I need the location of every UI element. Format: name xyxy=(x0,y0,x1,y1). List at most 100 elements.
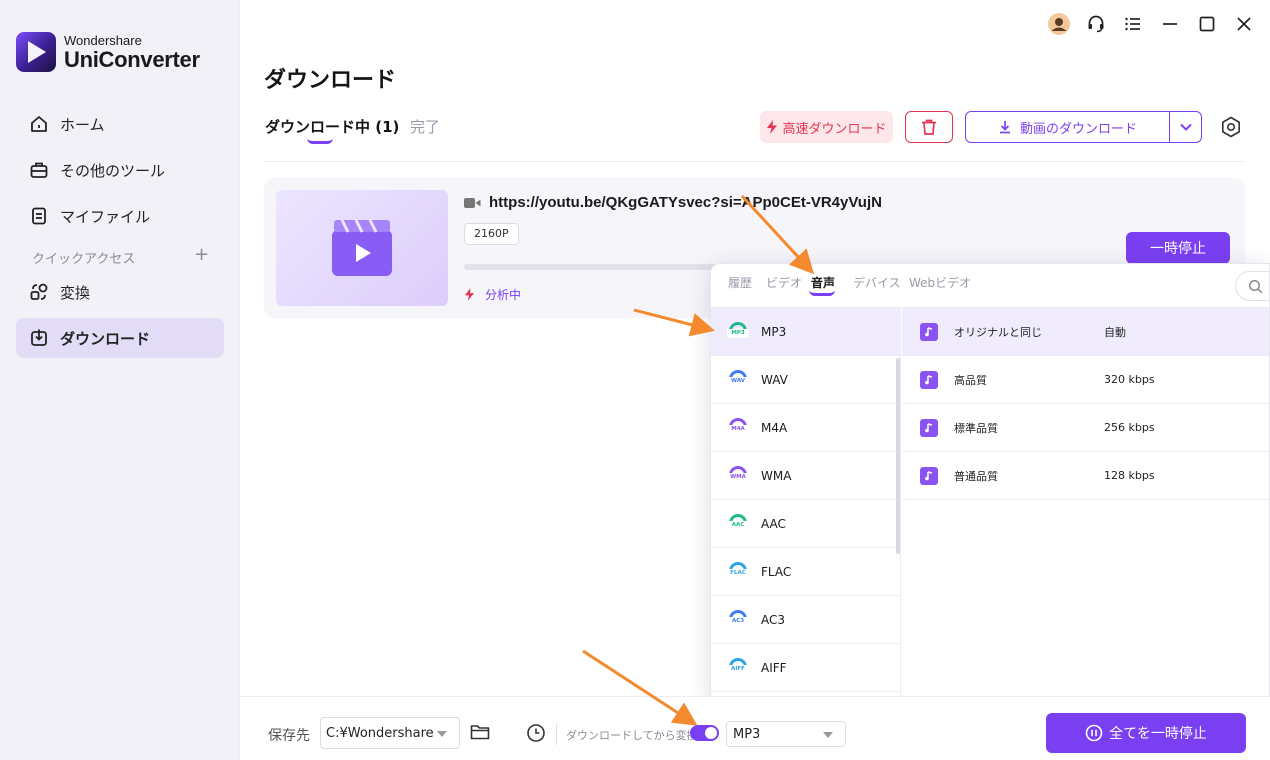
pause-button[interactable]: 一時停止 xyxy=(1126,232,1230,264)
brand-name-large: UniConverter xyxy=(64,46,200,72)
format-item-mp3[interactable]: MP3 MP3 xyxy=(711,308,901,356)
save-location-value: C:¥Wondershare xyxy=(326,725,434,741)
quality-value: 320 kbps xyxy=(1104,373,1155,386)
sidebar-item-label: ダウンロード xyxy=(60,329,151,348)
format-label: AC3 xyxy=(761,612,786,627)
format-item-aiff[interactable]: AIFF AIFF xyxy=(711,644,901,692)
sidebar-item-my-files[interactable]: マイファイル xyxy=(16,196,224,236)
menu-list-icon[interactable] xyxy=(1121,12,1145,36)
tab-device[interactable]: デバイス xyxy=(853,274,901,291)
format-item-wav[interactable]: WAV WAV xyxy=(711,356,901,404)
maximize-icon[interactable] xyxy=(1195,12,1219,36)
wav-format-icon: WAV xyxy=(727,369,749,391)
caret-down-icon xyxy=(823,732,833,738)
save-location-label: 保存先 xyxy=(268,728,310,744)
convert-icon xyxy=(28,281,50,303)
format-item-aac[interactable]: AAC AAC xyxy=(711,500,901,548)
wma-format-icon: WMA xyxy=(727,465,749,487)
format-label: AAC xyxy=(761,516,786,531)
download-icon xyxy=(28,327,50,349)
header-divider xyxy=(264,161,1245,162)
music-note-icon xyxy=(920,370,938,389)
add-quick-access-button[interactable]: + xyxy=(194,244,209,265)
music-note-icon xyxy=(920,418,938,437)
tab-label: ダウンロード中 (1) xyxy=(265,118,400,136)
schedule-clock-icon[interactable] xyxy=(526,723,546,747)
quality-name: オリジナルと同じ xyxy=(954,325,1042,339)
convert-after-download-label: ダウンロードしてから変換: xyxy=(566,729,702,742)
format-item-m4a[interactable]: M4A M4A xyxy=(711,404,901,452)
lightning-icon xyxy=(767,120,778,134)
format-search-button[interactable] xyxy=(1235,271,1269,301)
tab-downloading[interactable]: ダウンロード中 (1) xyxy=(265,116,400,144)
tab-history[interactable]: 履歴 xyxy=(728,274,752,291)
format-category-tabs: 履歴 ビデオ 音声 デバイス Webビデオ xyxy=(711,264,1269,308)
quality-value: 256 kbps xyxy=(1104,421,1155,434)
open-folder-icon[interactable] xyxy=(470,723,490,745)
mp3-format-icon: MP3 xyxy=(727,321,749,343)
format-label: MP3 xyxy=(761,324,787,339)
download-arrow-icon xyxy=(999,121,1010,134)
tab-audio[interactable]: 音声 xyxy=(809,274,836,296)
video-download-button[interactable]: 動画のダウンロード xyxy=(965,111,1170,143)
search-icon xyxy=(1248,279,1263,294)
format-label: WMA xyxy=(761,468,792,483)
convert-after-download-toggle[interactable] xyxy=(690,725,719,741)
fast-download-label: 高速ダウンロード xyxy=(782,121,887,137)
format-label: AIFF xyxy=(761,660,787,675)
url-row: https://youtu.be/QKgGATYsvec?si=APp0CEt-… xyxy=(464,194,882,211)
video-clapper-icon xyxy=(332,219,392,276)
brand: Wondershare UniConverter xyxy=(16,32,200,72)
quality-value: 128 kbps xyxy=(1104,469,1155,482)
trash-icon xyxy=(922,119,936,135)
minimize-icon[interactable] xyxy=(1158,12,1182,36)
close-icon[interactable] xyxy=(1232,12,1256,36)
quality-item-original[interactable]: オリジナルと同じ 自動 xyxy=(902,308,1269,356)
sidebar-item-convert[interactable]: 変換 xyxy=(16,272,224,312)
format-label: FLAC xyxy=(761,564,792,579)
support-headset-icon[interactable] xyxy=(1084,12,1108,36)
format-list-scrollbar[interactable] xyxy=(896,358,900,554)
pause-all-button[interactable]: 全てを一時停止 xyxy=(1046,713,1246,753)
format-label: WAV xyxy=(761,372,788,387)
pause-circle-icon xyxy=(1085,724,1103,742)
tab-completed[interactable]: 完了 xyxy=(410,116,440,137)
sidebar-item-download[interactable]: ダウンロード xyxy=(16,318,224,358)
sidebar-item-label: ホーム xyxy=(60,115,105,134)
sidebar-item-tools[interactable]: その他のツール xyxy=(16,150,224,190)
brand-name-small: Wondershare xyxy=(64,32,142,48)
settings-button[interactable] xyxy=(1218,114,1244,140)
quality-list: オリジナルと同じ 自動 高品質 320 kbps 標準品質 256 kbps 普… xyxy=(902,308,1269,701)
user-avatar-icon[interactable] xyxy=(1047,12,1071,36)
video-download-label: 動画のダウンロード xyxy=(1019,121,1137,137)
sidebar-item-home[interactable]: ホーム xyxy=(16,104,224,144)
status-row: 分析中 xyxy=(464,286,521,303)
tab-label: 音声 xyxy=(811,276,836,290)
toolbox-icon xyxy=(28,159,50,181)
video-thumbnail xyxy=(276,190,448,306)
output-format-dropdown[interactable]: MP3 xyxy=(726,721,846,747)
quality-item-normal[interactable]: 普通品質 128 kbps xyxy=(902,452,1269,500)
delete-button[interactable] xyxy=(905,111,953,143)
home-icon xyxy=(28,113,50,135)
quality-name: 高品質 xyxy=(954,373,987,387)
quality-item-high[interactable]: 高品質 320 kbps xyxy=(902,356,1269,404)
flac-format-icon: FLAC xyxy=(727,561,749,583)
fast-download-button[interactable]: 高速ダウンロード xyxy=(760,111,893,143)
tab-video[interactable]: ビデオ xyxy=(766,274,802,291)
m4a-format-icon: M4A xyxy=(727,417,749,439)
caret-down-icon xyxy=(437,731,447,737)
format-item-ac3[interactable]: AC3 AC3 xyxy=(711,596,901,644)
save-location-dropdown[interactable]: C:¥Wondershare xyxy=(320,717,460,749)
format-item-wma[interactable]: WMA WMA xyxy=(711,452,901,500)
bottom-bar: 保存先 C:¥Wondershare ダウンロードしてから変換: MP3 全てを… xyxy=(240,696,1270,760)
ac3-format-icon: AC3 xyxy=(727,609,749,631)
quality-item-standard[interactable]: 標準品質 256 kbps xyxy=(902,404,1269,452)
tab-web-video[interactable]: Webビデオ xyxy=(909,274,971,291)
aac-format-icon: AAC xyxy=(727,513,749,535)
window-controls xyxy=(1034,12,1256,36)
format-item-flac[interactable]: FLAC FLAC xyxy=(711,548,901,596)
aiff-format-icon: AIFF xyxy=(727,657,749,679)
download-options-dropdown[interactable] xyxy=(1169,111,1202,143)
resolution-badge: 2160P xyxy=(464,223,519,245)
